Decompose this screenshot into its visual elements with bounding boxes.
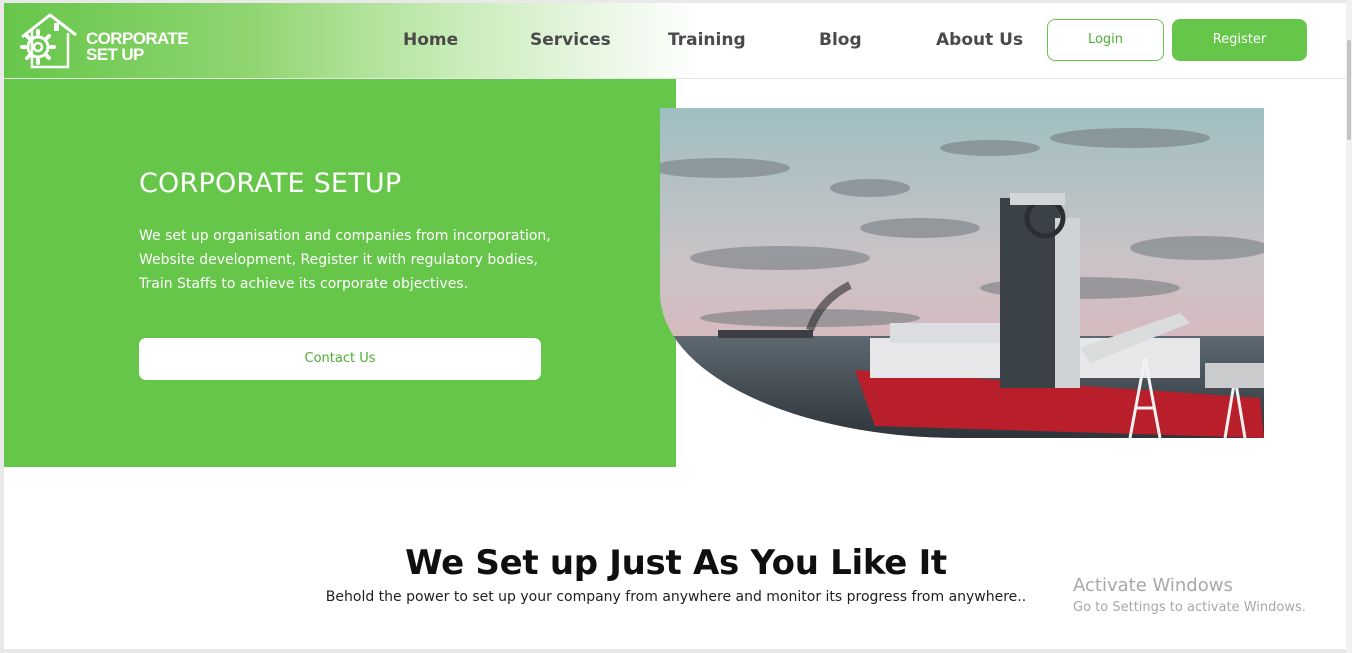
nav-blog[interactable]: Blog — [819, 30, 862, 50]
contact-us-button[interactable]: Contact Us — [139, 338, 541, 380]
hero-description: We set up organisation and companies fro… — [139, 228, 551, 292]
brand-logo[interactable]: CORPORATE SET UP — [16, 11, 206, 71]
watermark-title: Activate Windows — [1073, 575, 1233, 596]
hero-title: CORPORATE SETUP — [139, 168, 402, 199]
nav-training[interactable]: Training — [668, 30, 746, 50]
page-scrollbar[interactable] — [1346, 0, 1352, 653]
house-gear-icon — [20, 13, 77, 69]
login-button[interactable]: Login — [1047, 19, 1164, 61]
windows-activation-watermark: Activate Windows Go to Settings to activ… — [1073, 575, 1306, 615]
page: CORPORATE SET UP Home Services Training … — [4, 3, 1348, 649]
nav-services[interactable]: Services — [530, 30, 611, 50]
offshore-vessel-photo — [660, 108, 1264, 438]
watermark-subtitle: Go to Settings to activate Windows. — [1073, 600, 1306, 615]
site-header: CORPORATE SET UP Home Services Training … — [4, 3, 1348, 79]
register-button[interactable]: Register — [1172, 19, 1307, 61]
nav-about-us[interactable]: About Us — [936, 30, 1023, 50]
scrollbar-thumb[interactable] — [1347, 40, 1351, 140]
brand-name: CORPORATE SET UP — [86, 30, 189, 64]
nav-home[interactable]: Home — [403, 30, 458, 50]
brand-name-line2: SET UP — [86, 45, 144, 64]
hero-image — [660, 108, 1264, 438]
